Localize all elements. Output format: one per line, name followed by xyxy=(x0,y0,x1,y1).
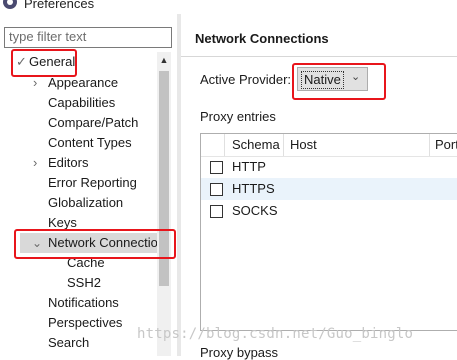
row-checkbox[interactable] xyxy=(210,161,223,174)
tree-item-label: Notifications xyxy=(48,295,119,310)
tree-item-notifications[interactable]: Notifications xyxy=(0,293,157,313)
tree-item-label: Error Reporting xyxy=(48,175,137,190)
pane-divider[interactable] xyxy=(177,14,181,356)
column-separator xyxy=(429,134,430,156)
schema-cell: HTTPS xyxy=(232,181,275,196)
column-separator xyxy=(224,134,225,156)
tree-item-label: Search xyxy=(48,335,90,350)
window-title: Preferences xyxy=(24,0,95,11)
table-row[interactable]: SOCKS xyxy=(201,200,457,222)
filter-input[interactable] xyxy=(5,28,171,45)
tree-item-label: Perspectives xyxy=(48,315,123,330)
row-checkbox[interactable] xyxy=(210,183,223,196)
page-title: Network Connections xyxy=(195,31,329,46)
tree-item-globalization[interactable]: Globalization xyxy=(0,193,157,213)
column-header-port[interactable]: Port xyxy=(435,136,457,154)
collapsed-arrow-icon[interactable]: › xyxy=(33,153,37,173)
tree-item-perspectives[interactable]: Perspectives xyxy=(0,313,157,333)
schema-cell: HTTP xyxy=(232,159,266,174)
eclipse-icon xyxy=(3,0,17,9)
table-row[interactable]: HTTPS xyxy=(201,178,457,200)
column-separator xyxy=(283,134,284,156)
title-separator xyxy=(181,56,457,57)
watermark: https://blog.csdn.net/Guo_binglo xyxy=(137,326,414,342)
table-row[interactable]: HTTP xyxy=(201,156,457,178)
tree-item-label: Compare/Patch xyxy=(48,115,139,130)
title-bar: Preferences xyxy=(0,0,457,14)
proxy-bypass-label: Proxy bypass xyxy=(200,345,279,360)
proxy-entries-table[interactable]: Schema Host Port HTTP HTTPS SOCKS xyxy=(200,133,457,331)
row-checkbox[interactable] xyxy=(210,205,223,218)
column-header-schema[interactable]: Schema xyxy=(232,136,280,154)
tree-item-compare-patch[interactable]: Compare/Patch xyxy=(0,113,157,133)
tree-item-capabilities[interactable]: Capabilities xyxy=(0,93,157,113)
column-header-host[interactable]: Host xyxy=(290,136,317,154)
tree-item-label: Capabilities xyxy=(48,95,116,110)
annotation-box-active-provider xyxy=(292,63,386,100)
active-provider-label: Active Provider: xyxy=(200,72,292,87)
tree-item-label: Globalization xyxy=(48,195,124,210)
tree-item-search[interactable]: Search xyxy=(0,333,157,353)
tree-item-ssh2[interactable]: SSH2 xyxy=(0,273,157,293)
schema-cell: SOCKS xyxy=(232,203,278,218)
filter-field[interactable] xyxy=(4,27,172,48)
tree-item-content-types[interactable]: Content Types xyxy=(0,133,157,153)
tree-item-label: SSH2 xyxy=(67,275,101,290)
annotation-box-network-connections xyxy=(14,229,176,259)
proxy-entries-label: Proxy entries xyxy=(200,109,276,124)
tree-item-editors[interactable]: › Editors xyxy=(0,153,157,173)
tree-item-label: Content Types xyxy=(48,135,132,150)
scroll-up-icon[interactable]: ▲ xyxy=(157,53,171,68)
tree-item-error-reporting[interactable]: Error Reporting xyxy=(0,173,157,193)
annotation-box-general xyxy=(11,49,77,77)
tree-item-label: Editors xyxy=(48,155,89,170)
